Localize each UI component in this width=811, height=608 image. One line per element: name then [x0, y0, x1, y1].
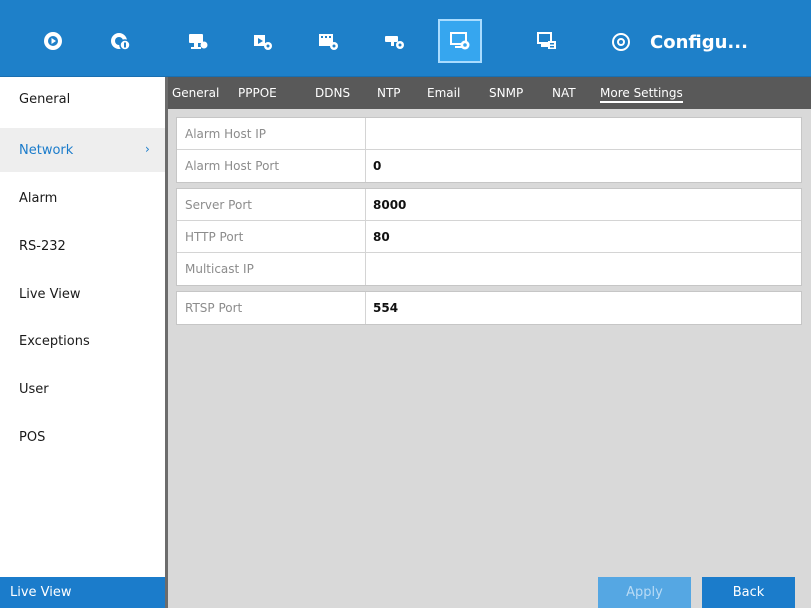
tab-nat[interactable]: NAT	[552, 77, 576, 109]
record-settings-icon[interactable]	[241, 19, 285, 63]
alarm-host-port-label: Alarm Host Port	[177, 150, 366, 182]
sidebar-item-label: POS	[19, 429, 46, 445]
tab-pppoe[interactable]: PPPOE	[238, 77, 277, 109]
camera-settings-icon[interactable]	[176, 19, 220, 63]
page-title: Configu...	[610, 22, 748, 62]
manual-icon[interactable]	[98, 19, 142, 63]
sidebar-item-label: Network	[19, 142, 74, 158]
sidebar-item-pos[interactable]: POS	[0, 415, 165, 459]
page-title-text: Configu...	[650, 31, 748, 53]
sidebar-item-label: Exceptions	[19, 333, 90, 349]
sidebar-item-label: User	[19, 381, 49, 397]
sidebar-item-rs232[interactable]: RS-232	[0, 224, 165, 268]
tab-ntp[interactable]: NTP	[377, 77, 401, 109]
multicast-ip-row: Multicast IP	[177, 253, 801, 285]
sidebar-item-network[interactable]: Network ›	[0, 128, 165, 172]
http-port-label: HTTP Port	[177, 221, 366, 252]
alarm-host-ip-field[interactable]	[366, 118, 801, 149]
sidebar-item-user[interactable]: User	[0, 367, 165, 411]
shutdown-icon[interactable]	[610, 31, 632, 53]
server-port-row: Server Port 8000	[177, 189, 801, 221]
ports-group: Server Port 8000 HTTP Port 80 Multicast …	[176, 188, 802, 286]
live-view-button[interactable]: Live View	[0, 577, 165, 608]
alarm-host-port-row: Alarm Host Port 0	[177, 150, 801, 182]
back-button[interactable]: Back	[702, 577, 795, 608]
rtsp-port-field[interactable]: 554	[366, 292, 801, 324]
sidebar-item-label: General	[19, 91, 71, 107]
alarm-host-group: Alarm Host IP Alarm Host Port 0	[176, 117, 802, 183]
tab-snmp[interactable]: SNMP	[489, 77, 523, 109]
sidebar-item-label: Live View	[19, 286, 81, 302]
sidebar-item-live-view[interactable]: Live View	[0, 272, 165, 316]
tab-bar: General PPPOE DDNS NTP Email SNMP NAT Mo…	[168, 77, 811, 109]
sidebar-item-label: Alarm	[19, 190, 58, 206]
sidebar: General Network › Alarm RS-232 Live View …	[0, 77, 165, 608]
multicast-ip-label: Multicast IP	[177, 253, 366, 285]
main-toolbar: Configu...	[0, 0, 811, 77]
sidebar-item-alarm[interactable]: Alarm	[0, 176, 165, 220]
alarm-host-ip-row: Alarm Host IP	[177, 118, 801, 150]
video-settings-icon[interactable]	[306, 19, 350, 63]
multicast-ip-field[interactable]	[366, 253, 801, 285]
server-port-label: Server Port	[177, 189, 366, 220]
network-camera-icon[interactable]	[372, 19, 416, 63]
settings-form: Alarm Host IP Alarm Host Port 0 Server P…	[176, 117, 802, 330]
tab-general[interactable]: General	[172, 77, 219, 109]
storage-icon[interactable]	[525, 19, 569, 63]
http-port-row: HTTP Port 80	[177, 221, 801, 253]
alarm-host-ip-label: Alarm Host IP	[177, 118, 366, 149]
rtsp-port-row: RTSP Port 554	[177, 292, 801, 324]
apply-button[interactable]: Apply	[598, 577, 691, 608]
sidebar-item-label: RS-232	[19, 238, 66, 254]
playback-icon[interactable]	[31, 19, 75, 63]
tab-email[interactable]: Email	[427, 77, 460, 109]
chevron-right-icon: ›	[145, 142, 150, 156]
sidebar-item-exceptions[interactable]: Exceptions	[0, 319, 165, 363]
main-content: General PPPOE DDNS NTP Email SNMP NAT Mo…	[168, 77, 811, 608]
server-port-field[interactable]: 8000	[366, 189, 801, 220]
http-port-field[interactable]: 80	[366, 221, 801, 252]
tab-ddns[interactable]: DDNS	[315, 77, 350, 109]
alarm-host-port-field[interactable]: 0	[366, 150, 801, 182]
rtsp-group: RTSP Port 554	[176, 291, 802, 325]
tab-more-settings[interactable]: More Settings	[600, 77, 683, 109]
sidebar-item-general[interactable]: General	[0, 77, 165, 121]
rtsp-port-label: RTSP Port	[177, 292, 366, 324]
system-configuration-icon[interactable]	[438, 19, 482, 63]
